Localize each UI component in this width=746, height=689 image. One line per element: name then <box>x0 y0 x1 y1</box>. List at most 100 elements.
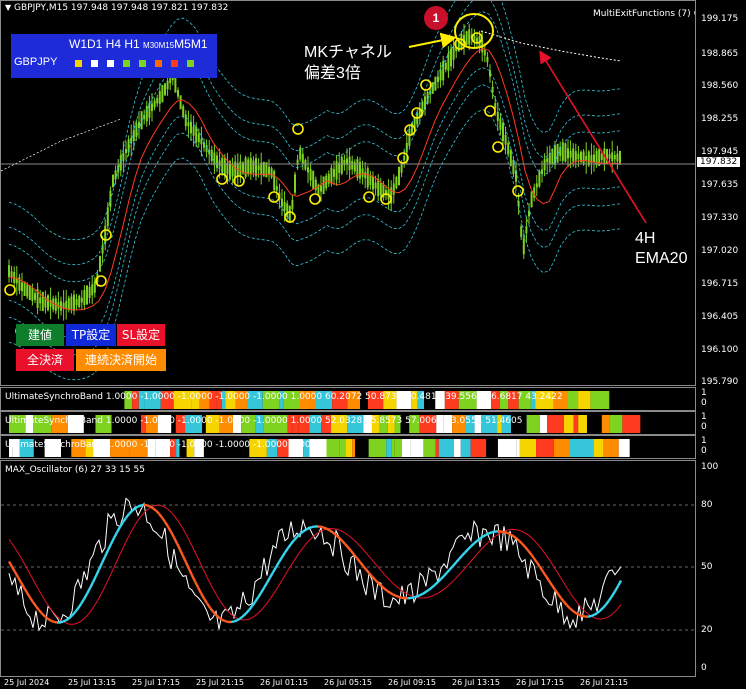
sub2-scale: 1 0 <box>697 411 746 435</box>
osc-signal-segment <box>62 619 67 623</box>
candle-body <box>151 103 153 112</box>
band-segment <box>423 439 436 457</box>
close-all-button[interactable]: 全決済 <box>16 349 74 371</box>
candle-body <box>281 198 283 207</box>
candle-body <box>255 158 257 177</box>
candle-body <box>613 155 616 160</box>
band-segment <box>394 439 402 457</box>
osc-signal-segment <box>13 571 20 578</box>
osc-signal-segment <box>341 539 346 545</box>
candle-body <box>577 153 580 160</box>
candle-body <box>465 31 468 45</box>
candle-body <box>340 156 343 174</box>
candle-body <box>374 182 377 189</box>
osc-signal-segment <box>259 587 266 594</box>
candle-body <box>86 285 88 305</box>
osc-signal-segment <box>365 568 370 574</box>
band-segment <box>339 439 346 457</box>
band-segment <box>526 415 540 433</box>
annotation-deviation: 偏差3倍 <box>304 65 361 82</box>
candle-body <box>333 169 335 177</box>
band-segment <box>567 391 579 409</box>
continuous-close-button[interactable]: 連続決済開始 <box>76 349 166 371</box>
osc-signal-segment <box>521 542 526 548</box>
band-segment <box>536 439 554 457</box>
candle-body <box>78 295 81 308</box>
current-price-label: 197.832 <box>697 157 741 167</box>
multiexit-label: MultiExitFunctions (7) ☺ <box>593 9 695 19</box>
osc-signal-segment <box>149 505 154 510</box>
band-segment <box>587 415 602 433</box>
candle-body <box>546 158 549 163</box>
candle-body <box>291 199 294 210</box>
osc-signal-segment <box>512 534 517 540</box>
osc-signal-segment <box>362 564 367 571</box>
osc-signal-segment <box>41 612 46 618</box>
tf-square <box>123 60 130 67</box>
osc-signal-segment <box>548 580 553 586</box>
candle-body <box>257 165 260 171</box>
candle-body <box>273 170 276 191</box>
band-segment <box>569 439 581 457</box>
osc-signal-segment <box>479 535 484 540</box>
tp-setting-button[interactable]: TP設定 <box>66 324 116 346</box>
sl-setting-button[interactable]: SL設定 <box>117 324 165 346</box>
candle-body <box>197 133 200 143</box>
osc-signal-segment <box>587 614 592 618</box>
main-chart-pane[interactable]: ▼ GBPJPY,M15 197.948 197.948 197.821 197… <box>0 0 696 386</box>
candle-body <box>574 151 577 161</box>
osc-signal-segment <box>293 536 298 542</box>
osc-signal-segment <box>196 586 203 594</box>
candle-body <box>288 205 291 223</box>
osc-signal-segment <box>344 543 349 549</box>
candle-body <box>156 98 159 104</box>
band-segment <box>578 391 591 409</box>
osc-signal-segment <box>221 618 226 623</box>
sub1-scale-bottom: 0 <box>701 398 707 408</box>
candle-body <box>504 134 507 145</box>
entry-button[interactable]: 建値 <box>16 324 64 346</box>
candle-body <box>260 162 263 175</box>
synchro-band-pane-3: UltimateSynchroBand 1.0000 -1.0000 -1.00… <box>0 435 696 459</box>
osc-signal-segment <box>256 592 263 599</box>
osc-signal-segment <box>455 558 460 564</box>
osc-signal-segment <box>533 557 538 564</box>
osc-signal-segment <box>158 512 163 519</box>
osc-signal-segment <box>65 617 70 622</box>
candle-body <box>265 162 268 178</box>
osc-signal-segment <box>371 575 376 581</box>
osc-signal-segment <box>541 570 548 577</box>
sub3-scale-bottom: 0 <box>701 446 707 456</box>
osc-signal-segment <box>134 505 139 510</box>
osc-signal-segment <box>248 605 253 611</box>
osc-signal-segment <box>503 530 508 534</box>
candle-body <box>502 122 504 142</box>
osc-scale-20: 20 <box>701 625 713 635</box>
upper-dotted-line <box>480 30 622 62</box>
synchro-band-title-3: UltimateSynchroBand 1.0000 -1.0000 -1.00… <box>5 440 322 450</box>
candle-body <box>611 152 614 162</box>
candle-body <box>564 143 567 162</box>
osc-signal-segment <box>184 561 191 570</box>
osc-signal-segment <box>137 504 142 508</box>
candle-body <box>437 76 439 83</box>
candle-body <box>538 170 541 187</box>
osc-signal-segment <box>500 530 505 534</box>
candle-body <box>600 153 603 160</box>
candle-body <box>320 185 322 192</box>
osc-signal-segment <box>506 531 511 536</box>
candle-body <box>216 155 218 168</box>
sub3-scale: 1 0 <box>697 435 746 459</box>
osc-signal-segment <box>593 612 598 616</box>
osc-signal-segment <box>557 593 562 599</box>
candle-body <box>145 106 148 122</box>
osc-signal-segment <box>470 542 475 548</box>
osc-signal-segment <box>77 603 82 610</box>
osc-signal-segment <box>146 504 151 508</box>
osc-signal-segment <box>581 614 586 618</box>
osc-signal-segment <box>311 525 316 529</box>
time-label: 25 Jul 17:15 <box>132 678 180 687</box>
sub3-values: 1.0000 -1.0000 -1.0000 -1.0000 -1.0000 1… <box>105 440 323 450</box>
candle-body <box>543 159 546 171</box>
osc-signal-segment <box>68 614 73 620</box>
